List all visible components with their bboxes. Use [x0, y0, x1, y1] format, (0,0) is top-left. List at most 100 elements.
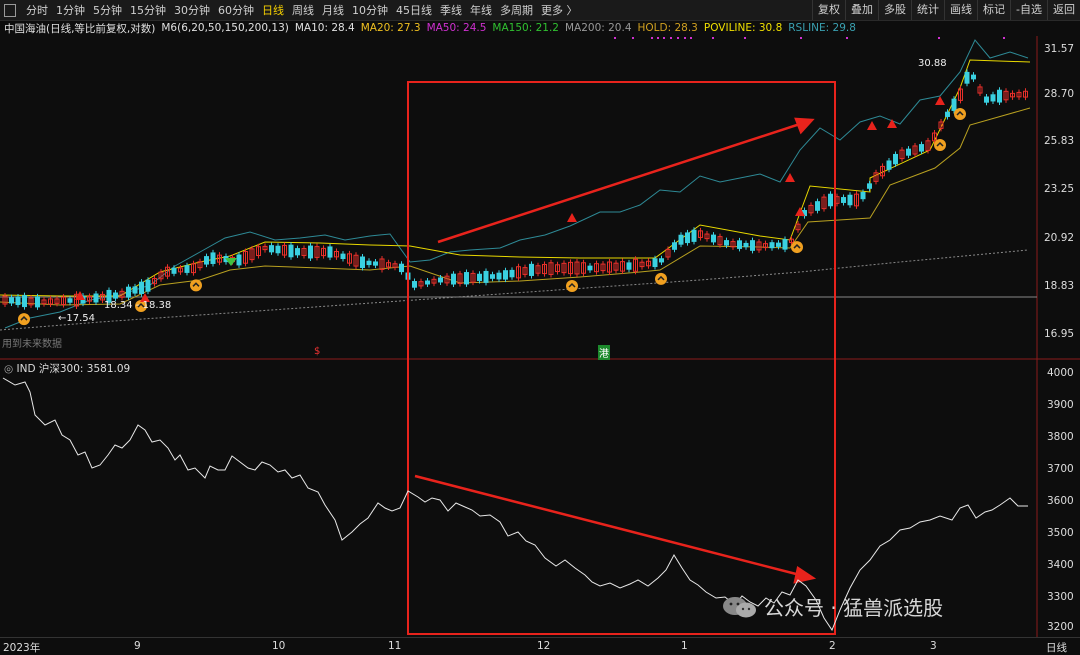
signal-dot	[800, 37, 802, 39]
candle-body	[626, 262, 632, 270]
candle-body	[828, 193, 833, 207]
candle-body	[737, 240, 742, 249]
candle-body	[984, 96, 989, 103]
candle-body	[769, 242, 775, 249]
candle-body	[295, 248, 300, 256]
ind-tick: 3200	[1047, 621, 1074, 633]
buy-signal-icon	[655, 272, 667, 285]
signal-dot	[744, 37, 746, 39]
time-tick: 9	[134, 640, 141, 652]
price-tick: 25.83	[1044, 135, 1075, 147]
breakout-triangle-icon	[887, 119, 897, 128]
watermark-text: 公众号 · 猛兽派选股	[764, 596, 944, 620]
future-data-note: 用到未来数据	[2, 339, 62, 350]
signal-dot	[712, 37, 714, 39]
ind-toggle-icon[interactable]: ◎	[4, 363, 17, 375]
candle-body	[659, 258, 664, 263]
time-tick: 11	[388, 640, 402, 652]
candle-body	[964, 71, 970, 84]
breakout-triangle-icon	[867, 121, 877, 130]
time-tick: 2	[829, 640, 836, 652]
candle-body	[132, 286, 138, 294]
candle-body	[496, 272, 502, 280]
candle-body	[113, 292, 118, 299]
candle-body	[847, 194, 853, 206]
price-tick: 31.57	[1044, 43, 1075, 55]
hk-connect-marker: 港	[598, 345, 610, 360]
ind-tick: 3900	[1047, 399, 1074, 411]
candle-body	[171, 267, 177, 274]
candle-body	[906, 148, 911, 156]
watermark: 公众号 · 猛兽派选股	[722, 592, 943, 621]
candle-body	[529, 263, 534, 276]
candle-body	[477, 273, 482, 281]
signal-dot	[632, 37, 634, 39]
time-tick: 2023年	[3, 642, 41, 654]
signal-dot	[663, 37, 665, 39]
breakout-triangle-icon	[567, 213, 577, 222]
price-tick: 16.95	[1044, 328, 1075, 340]
candle-body	[9, 297, 14, 304]
candle-body	[997, 89, 1002, 103]
candle-body	[93, 293, 99, 303]
highlight-box	[407, 81, 836, 635]
candle-body	[587, 265, 593, 271]
signal-dot	[677, 37, 679, 39]
candle-body	[951, 98, 957, 111]
time-tick: 1	[681, 640, 688, 652]
candle-body	[886, 160, 892, 170]
candle-body	[724, 240, 729, 246]
ind-label: ◎ IND 沪深300: 3581.09	[4, 361, 130, 375]
candle-body	[691, 229, 697, 242]
candlestick-series	[2, 37, 1028, 326]
candle-body	[652, 258, 658, 268]
period-label: 日线	[1046, 642, 1067, 654]
buy-signal-icon	[791, 241, 803, 254]
candle-body	[750, 240, 755, 251]
candle-body	[490, 274, 495, 279]
signal-dot	[1003, 37, 1005, 39]
signal-dot	[651, 37, 653, 39]
signal-dot	[846, 37, 848, 39]
candle-body	[678, 234, 684, 245]
candle-body	[145, 279, 151, 292]
buy-signal-icon	[566, 280, 578, 292]
candle-body	[451, 273, 456, 285]
candle-body	[236, 254, 242, 266]
time-tick: 12	[537, 640, 551, 652]
candle-body	[672, 242, 677, 250]
candle-body	[340, 253, 346, 260]
candle-body	[269, 245, 274, 253]
candle-body	[464, 272, 469, 285]
candle-body	[425, 280, 430, 285]
candle-body	[308, 245, 313, 259]
chart-canvas	[0, 36, 1080, 637]
candle-body	[139, 281, 144, 295]
buy-signal-icon	[954, 108, 966, 120]
candle-body	[184, 265, 190, 273]
ind-tick: 4000	[1047, 367, 1074, 379]
candle-body	[893, 153, 898, 165]
candle-body	[971, 74, 976, 80]
candle-body	[860, 192, 866, 200]
candle-body	[327, 246, 333, 258]
signal-dot	[657, 37, 659, 39]
price-tick: 23.25	[1044, 183, 1075, 195]
signal-dot	[670, 37, 672, 39]
price-tick: 18.83	[1044, 280, 1075, 292]
candle-body	[776, 242, 781, 247]
candle-body	[35, 296, 40, 308]
candle-body	[204, 256, 209, 265]
rsline-line	[4, 39, 1029, 329]
candle-body	[503, 270, 508, 280]
candle-body	[782, 239, 788, 250]
ind-tick: 3600	[1047, 495, 1074, 507]
buy-signal-icon	[18, 313, 30, 326]
low-price-label: ←17.54	[58, 313, 96, 324]
wechat-icon	[723, 596, 756, 617]
candle-body	[210, 252, 216, 264]
candle-body	[919, 144, 924, 152]
ind-tick: 3400	[1047, 559, 1074, 571]
candle-body	[373, 261, 378, 266]
ind-tick: 3500	[1047, 527, 1074, 539]
